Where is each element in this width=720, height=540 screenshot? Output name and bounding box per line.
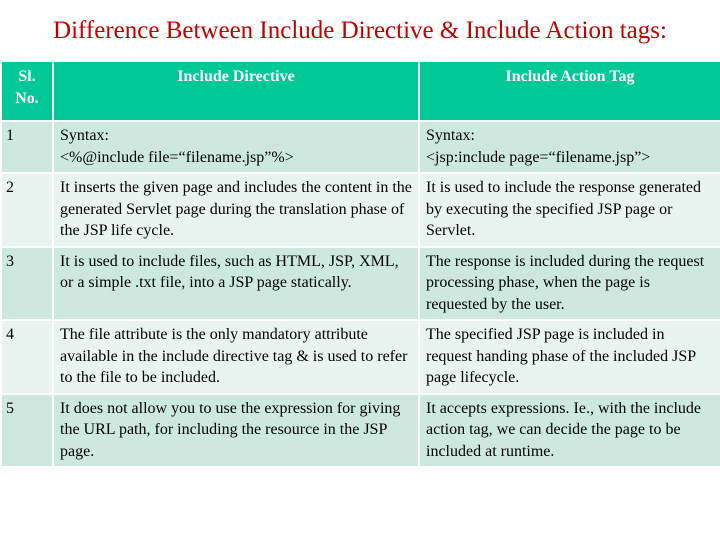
table-row: 2 It inserts the given page and includes … <box>0 172 720 248</box>
cell-sl-no: 3 <box>0 245 54 321</box>
cell-include-directive: It inserts the given page and includes t… <box>52 172 420 248</box>
table-row: 5 It does not allow you to use the expres… <box>0 392 720 468</box>
cell-include-action: The specified JSP page is included in re… <box>418 319 720 395</box>
cell-sl-no: 2 <box>0 172 54 248</box>
slide-title: Difference Between Include Directive & I… <box>53 17 667 44</box>
table-row: 1 Syntax: <%@include file=“filename.jsp”%… <box>0 120 720 174</box>
cell-include-action: It is used to include the response gener… <box>418 172 720 248</box>
cell-include-directive: Syntax: <%@include file=“filename.jsp”%> <box>52 120 420 174</box>
cell-include-directive: It is used to include files, such as HTM… <box>52 245 420 321</box>
table-header-row: Sl. No. Include Directive Include Action… <box>0 60 720 122</box>
table-row: 4 The file attribute is the only mandator… <box>0 319 720 395</box>
header-sl-no: Sl. No. <box>0 60 54 122</box>
cell-include-action: Syntax: <jsp:include page=“filename.jsp”… <box>418 120 720 174</box>
cell-include-directive: The file attribute is the only mandatory… <box>52 319 420 395</box>
cell-include-action: The response is included during the requ… <box>418 245 720 321</box>
cell-include-directive: It does not allow you to use the express… <box>52 392 420 468</box>
cell-sl-no: 5 <box>0 392 54 468</box>
header-include-action: Include Action Tag <box>418 60 720 122</box>
cell-sl-no: 4 <box>0 319 54 395</box>
table-row: 3 It is used to include files, such as HT… <box>0 245 720 321</box>
cell-sl-no: 1 <box>0 120 54 174</box>
cell-include-action: It accepts expressions. Ie., with the in… <box>418 392 720 468</box>
header-include-directive: Include Directive <box>52 60 420 122</box>
comparison-table: Sl. No. Include Directive Include Action… <box>0 60 720 468</box>
